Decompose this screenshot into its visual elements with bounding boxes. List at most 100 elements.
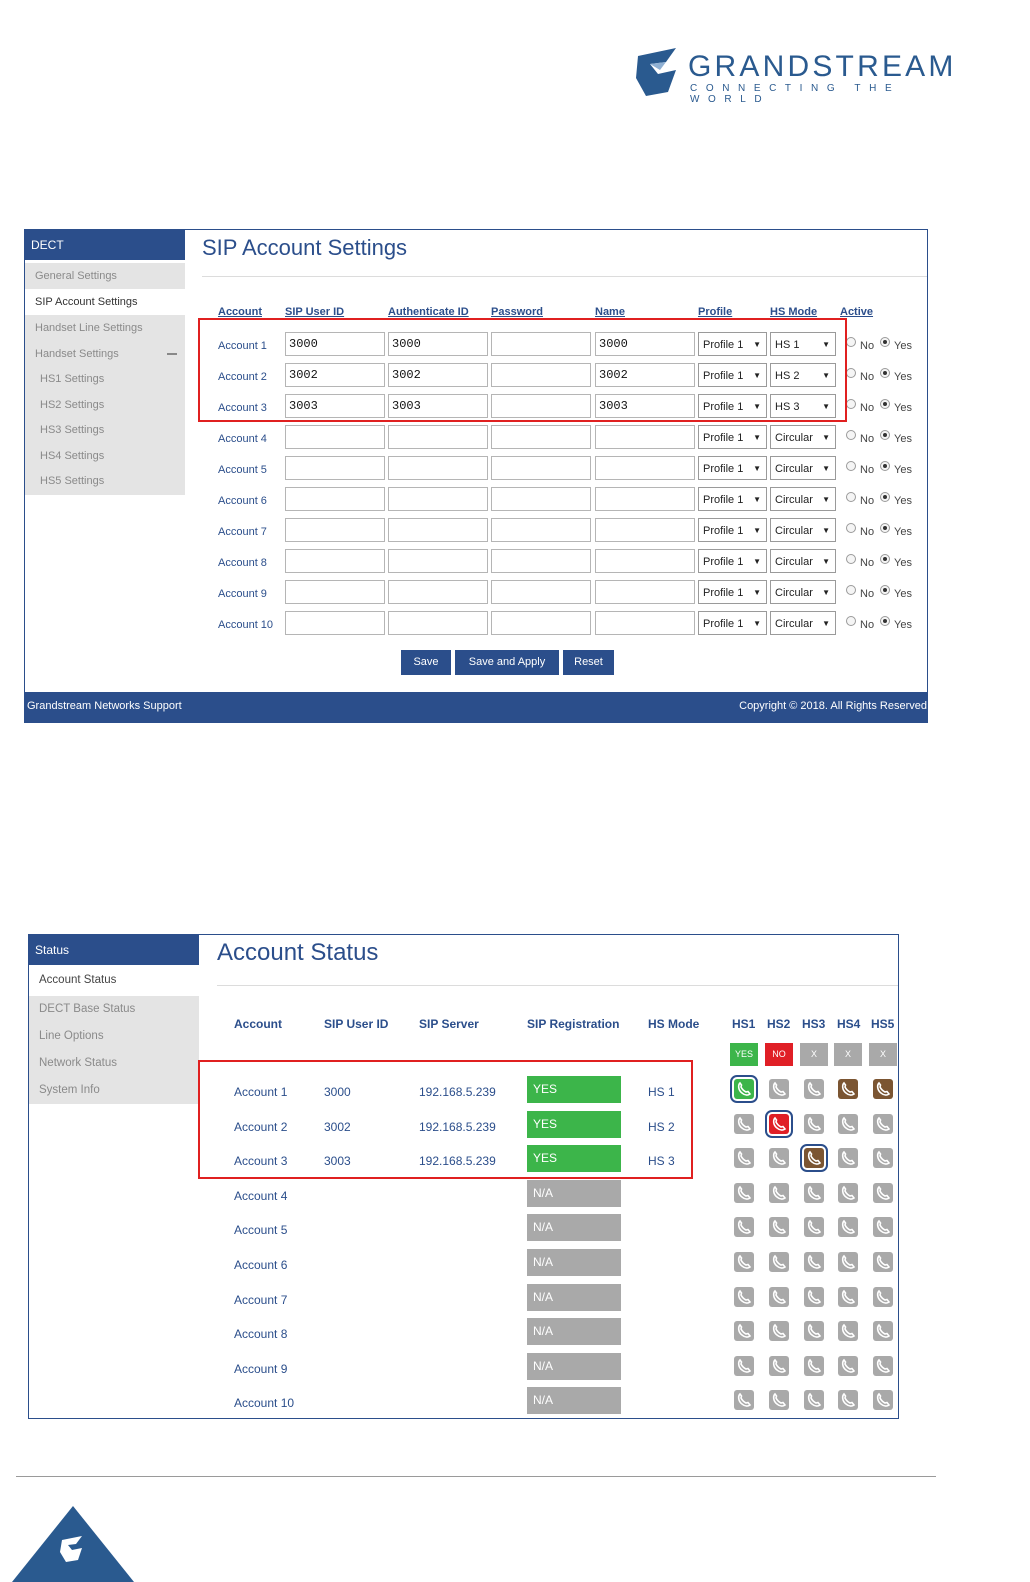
- phone-icon[interactable]: [734, 1148, 754, 1169]
- active-no-radio[interactable]: [846, 461, 856, 471]
- authenticate-id-input[interactable]: [388, 518, 488, 542]
- phone-icon[interactable]: [804, 1182, 824, 1203]
- hs-mode-select[interactable]: Circular ▼: [770, 549, 836, 573]
- phone-icon[interactable]: [769, 1217, 789, 1238]
- phone-icon[interactable]: [873, 1113, 893, 1134]
- active-yes-radio[interactable]: [880, 461, 890, 471]
- phone-icon[interactable]: [873, 1390, 893, 1411]
- active-yes-radio[interactable]: [880, 554, 890, 564]
- active-no-radio[interactable]: [846, 523, 856, 533]
- profile-select[interactable]: Profile 1 ▼: [698, 425, 767, 449]
- active-yes-radio[interactable]: [880, 523, 890, 533]
- phone-icon[interactable]: [873, 1148, 893, 1169]
- password-input[interactable]: [491, 580, 591, 604]
- profile-select[interactable]: Profile 1 ▼: [698, 611, 767, 635]
- save-and-apply-button[interactable]: Save and Apply: [455, 650, 559, 675]
- active-yes-radio[interactable]: [880, 430, 890, 440]
- phone-icon[interactable]: [734, 1182, 754, 1203]
- active-no-radio[interactable]: [846, 399, 856, 409]
- active-no-radio[interactable]: [846, 430, 856, 440]
- phone-icon[interactable]: [769, 1182, 789, 1203]
- phone-icon[interactable]: [838, 1217, 858, 1238]
- active-yes-radio[interactable]: [880, 399, 890, 409]
- password-input[interactable]: [491, 456, 591, 480]
- phone-icon[interactable]: [804, 1113, 824, 1134]
- phone-icon[interactable]: [804, 1286, 824, 1307]
- phone-icon[interactable]: [804, 1355, 824, 1376]
- phone-icon[interactable]: [873, 1182, 893, 1203]
- sidebar-item-general-settings[interactable]: General Settings: [25, 263, 185, 289]
- active-no-radio[interactable]: [846, 368, 856, 378]
- phone-icon[interactable]: [769, 1286, 789, 1307]
- password-input[interactable]: [491, 549, 591, 573]
- sidebar-item-account-status[interactable]: Account Status: [29, 965, 199, 996]
- reset-button[interactable]: Reset: [563, 650, 614, 675]
- authenticate-id-input[interactable]: [388, 580, 488, 604]
- name-input[interactable]: [595, 611, 695, 635]
- password-input[interactable]: [491, 518, 591, 542]
- password-input[interactable]: [491, 611, 591, 635]
- phone-icon[interactable]: [838, 1113, 858, 1134]
- sip-user-id-input[interactable]: [285, 425, 385, 449]
- profile-select[interactable]: Profile 1 ▼: [698, 518, 767, 542]
- name-input[interactable]: [595, 487, 695, 511]
- phone-icon[interactable]: [804, 1321, 824, 1342]
- active-yes-radio[interactable]: [880, 616, 890, 626]
- phone-icon[interactable]: [838, 1252, 858, 1272]
- phone-icon[interactable]: [769, 1252, 789, 1272]
- phone-icon[interactable]: [734, 1252, 754, 1272]
- phone-icon[interactable]: [873, 1252, 893, 1272]
- hs-mode-select[interactable]: Circular ▼: [770, 425, 836, 449]
- phone-icon[interactable]: [804, 1390, 824, 1411]
- phone-icon[interactable]: [873, 1217, 893, 1238]
- name-input[interactable]: [595, 456, 695, 480]
- profile-select[interactable]: Profile 1 ▼: [698, 456, 767, 480]
- sip-user-id-input[interactable]: [285, 611, 385, 635]
- active-yes-radio[interactable]: [880, 337, 890, 347]
- phone-icon[interactable]: [838, 1079, 858, 1099]
- phone-icon[interactable]: [734, 1217, 754, 1238]
- phone-icon[interactable]: [769, 1355, 789, 1376]
- phone-icon[interactable]: [769, 1148, 789, 1169]
- name-input[interactable]: [595, 425, 695, 449]
- active-yes-radio[interactable]: [880, 368, 890, 378]
- sip-user-id-input[interactable]: [285, 580, 385, 604]
- sip-user-id-input[interactable]: [285, 518, 385, 542]
- phone-icon[interactable]: [838, 1321, 858, 1342]
- active-no-radio[interactable]: [846, 616, 856, 626]
- active-yes-radio[interactable]: [880, 585, 890, 595]
- profile-select[interactable]: Profile 1 ▼: [698, 580, 767, 604]
- name-input[interactable]: [595, 580, 695, 604]
- sip-user-id-input[interactable]: [285, 549, 385, 573]
- phone-icon[interactable]: [838, 1182, 858, 1203]
- sip-user-id-input[interactable]: [285, 487, 385, 511]
- phone-icon[interactable]: [838, 1148, 858, 1169]
- authenticate-id-input[interactable]: [388, 487, 488, 511]
- phone-icon[interactable]: [873, 1321, 893, 1342]
- support-link[interactable]: Grandstream Networks Support: [27, 700, 182, 712]
- active-no-radio[interactable]: [846, 585, 856, 595]
- phone-icon[interactable]: [838, 1390, 858, 1411]
- save-button[interactable]: Save: [401, 650, 451, 675]
- name-input[interactable]: [595, 549, 695, 573]
- authenticate-id-input[interactable]: [388, 611, 488, 635]
- sidebar-item-line-options[interactable]: Line Options: [29, 1023, 199, 1050]
- phone-icon[interactable]: [804, 1079, 824, 1099]
- phone-icon[interactable]: [769, 1321, 789, 1342]
- active-no-radio[interactable]: [846, 337, 856, 347]
- password-input[interactable]: [491, 487, 591, 511]
- phone-icon[interactable]: [873, 1355, 893, 1376]
- authenticate-id-input[interactable]: [388, 456, 488, 480]
- phone-icon[interactable]: [804, 1217, 824, 1238]
- phone-icon[interactable]: [734, 1113, 754, 1134]
- sidebar-item-network-status[interactable]: Network Status: [29, 1050, 199, 1077]
- hs-mode-select[interactable]: Circular ▼: [770, 611, 836, 635]
- active-yes-radio[interactable]: [880, 492, 890, 502]
- password-input[interactable]: [491, 425, 591, 449]
- phone-icon[interactable]: [873, 1079, 893, 1099]
- phone-icon[interactable]: [804, 1252, 824, 1272]
- phone-icon[interactable]: [873, 1286, 893, 1307]
- sip-user-id-input[interactable]: [285, 456, 385, 480]
- active-no-radio[interactable]: [846, 492, 856, 502]
- authenticate-id-input[interactable]: [388, 549, 488, 573]
